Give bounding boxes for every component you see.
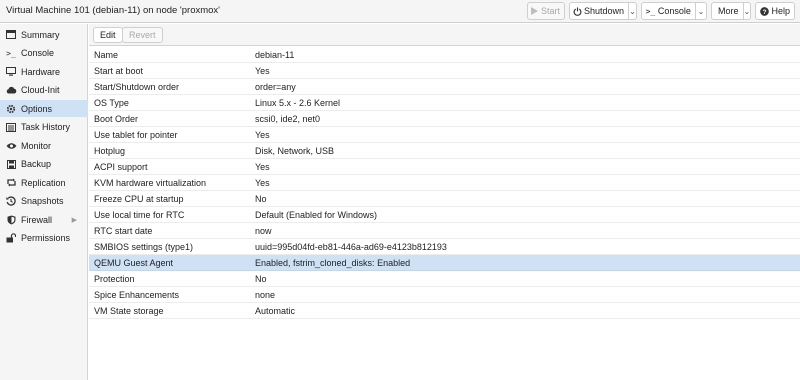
option-row-protection[interactable]: Protection No — [89, 271, 800, 287]
save-icon — [5, 159, 17, 169]
sidebar-item-summary[interactable]: Summary — [0, 26, 88, 43]
option-name: OS Type — [94, 98, 129, 108]
chevron-down-icon[interactable]: ⌄ — [694, 3, 706, 19]
option-value: Yes — [255, 66, 270, 76]
option-value: No — [255, 274, 267, 284]
option-row-name[interactable]: Name debian-11 — [89, 47, 800, 63]
option-value: No — [255, 194, 267, 204]
cloud-icon — [5, 86, 17, 94]
option-row-spice[interactable]: Spice Enhancements none — [89, 287, 800, 303]
vm-title: Virtual Machine 101 (debian-11) on node … — [6, 5, 220, 16]
option-name: Use tablet for pointer — [94, 130, 178, 140]
sidebar-item-options[interactable]: Options — [0, 100, 88, 117]
unlock-icon — [5, 233, 17, 243]
monitor-icon — [5, 67, 17, 76]
option-row-smbios[interactable]: SMBIOS settings (type1) uuid=995d04fd-eb… — [89, 239, 800, 255]
option-value: Yes — [255, 162, 270, 172]
option-value: Linux 5.x - 2.6 Kernel — [255, 98, 341, 108]
option-row-acpi[interactable]: ACPI support Yes — [89, 159, 800, 175]
option-value: Yes — [255, 178, 270, 188]
option-value: Automatic — [255, 306, 296, 316]
option-name: RTC start date — [94, 226, 153, 236]
more-button[interactable]: More ⌄ — [711, 2, 751, 20]
option-row-vm-state-storage[interactable]: VM State storage Automatic — [89, 303, 800, 319]
revert-button[interactable]: Revert — [122, 27, 163, 43]
option-value: none — [255, 290, 276, 300]
option-name: Start at boot — [94, 66, 144, 76]
chevron-down-icon[interactable]: ⌄ — [628, 3, 636, 19]
sidebar-item-firewall[interactable]: Firewall ▶ — [0, 211, 88, 228]
option-name: Use local time for RTC — [94, 210, 185, 220]
list-icon — [5, 122, 17, 132]
option-name: VM State storage — [94, 306, 164, 316]
option-row-start-at-boot[interactable]: Start at boot Yes — [89, 63, 800, 79]
chevron-right-icon[interactable]: ▶ — [72, 216, 77, 224]
option-value: uuid=995d04fd-eb81-446a-ad69-e4123b81219… — [255, 242, 447, 252]
history-icon — [5, 196, 17, 206]
chevron-down-icon[interactable]: ⌄ — [742, 3, 750, 19]
sidebar-item-permissions[interactable]: Permissions — [0, 230, 88, 247]
option-row-tablet-pointer[interactable]: Use tablet for pointer Yes — [89, 127, 800, 143]
play-icon — [531, 7, 539, 15]
svg-text:?: ? — [762, 9, 766, 16]
options-toolbar: Edit Revert — [89, 24, 800, 46]
help-button[interactable]: ? Help — [755, 2, 795, 20]
console-button[interactable]: >_ Console ⌄ — [641, 2, 707, 20]
start-button[interactable]: Start — [527, 2, 565, 20]
option-name: KVM hardware virtualization — [94, 178, 207, 188]
option-value: Disk, Network, USB — [255, 146, 335, 156]
summary-icon — [5, 30, 17, 39]
terminal-icon: >_ — [645, 6, 656, 16]
option-name: Hotplug — [94, 146, 126, 156]
option-name: ACPI support — [94, 162, 148, 172]
option-name: Freeze CPU at startup — [94, 194, 184, 204]
eye-icon — [5, 142, 17, 150]
retweet-icon — [5, 178, 17, 187]
sidebar-item-hardware[interactable]: Hardware — [0, 63, 88, 80]
option-row-startup-order[interactable]: Start/Shutdown order order=any — [89, 79, 800, 95]
option-row-kvm[interactable]: KVM hardware virtualization Yes — [89, 175, 800, 191]
option-name: QEMU Guest Agent — [94, 258, 174, 268]
option-value: Enabled, fstrim_cloned_disks: Enabled — [255, 258, 411, 268]
option-name: SMBIOS settings (type1) — [94, 242, 194, 252]
sidebar-item-replication[interactable]: Replication — [0, 174, 88, 191]
gear-icon — [5, 104, 17, 114]
power-icon — [573, 6, 582, 16]
sidebar-item-backup[interactable]: Backup — [0, 156, 88, 173]
help-icon: ? — [759, 6, 769, 16]
title-bar: Virtual Machine 101 (debian-11) on node … — [0, 0, 800, 23]
sidebar-item-snapshots[interactable]: Snapshots — [0, 193, 88, 210]
shutdown-button[interactable]: Shutdown ⌄ — [569, 2, 637, 20]
option-name: Boot Order — [94, 114, 139, 124]
sidebar-item-monitor[interactable]: Monitor — [0, 137, 88, 154]
sidebar: Summary >_ Console Hardware Cloud-Init O… — [0, 24, 88, 380]
sidebar-item-console[interactable]: >_ Console — [0, 45, 88, 62]
option-row-hotplug[interactable]: Hotplug Disk, Network, USB — [89, 143, 800, 159]
option-value: Default (Enabled for Windows) — [255, 210, 378, 220]
option-name: Protection — [94, 274, 135, 284]
option-name: Name — [94, 50, 119, 60]
option-row-qemu-agent[interactable]: QEMU Guest Agent Enabled, fstrim_cloned_… — [89, 255, 800, 271]
option-name: Spice Enhancements — [94, 290, 180, 300]
sidebar-item-task-history[interactable]: Task History — [0, 119, 88, 136]
sidebar-item-cloud-init[interactable]: Cloud-Init — [0, 82, 88, 99]
option-value: order=any — [255, 82, 296, 92]
option-name: Start/Shutdown order — [94, 82, 180, 92]
option-value: now — [255, 226, 272, 236]
option-row-freeze-cpu[interactable]: Freeze CPU at startup No — [89, 191, 800, 207]
option-row-boot-order[interactable]: Boot Order scsi0, ide2, net0 — [89, 111, 800, 127]
option-value: scsi0, ide2, net0 — [255, 114, 321, 124]
edit-button[interactable]: Edit — [93, 27, 123, 43]
terminal-icon: >_ — [6, 48, 16, 58]
option-value: debian-11 — [255, 50, 295, 60]
option-row-rtc-start-date[interactable]: RTC start date now — [89, 223, 800, 239]
option-row-os-type[interactable]: OS Type Linux 5.x - 2.6 Kernel — [89, 95, 800, 111]
option-value: Yes — [255, 130, 270, 140]
shield-icon — [5, 215, 17, 225]
option-row-local-time-rtc[interactable]: Use local time for RTC Default (Enabled … — [89, 207, 800, 223]
